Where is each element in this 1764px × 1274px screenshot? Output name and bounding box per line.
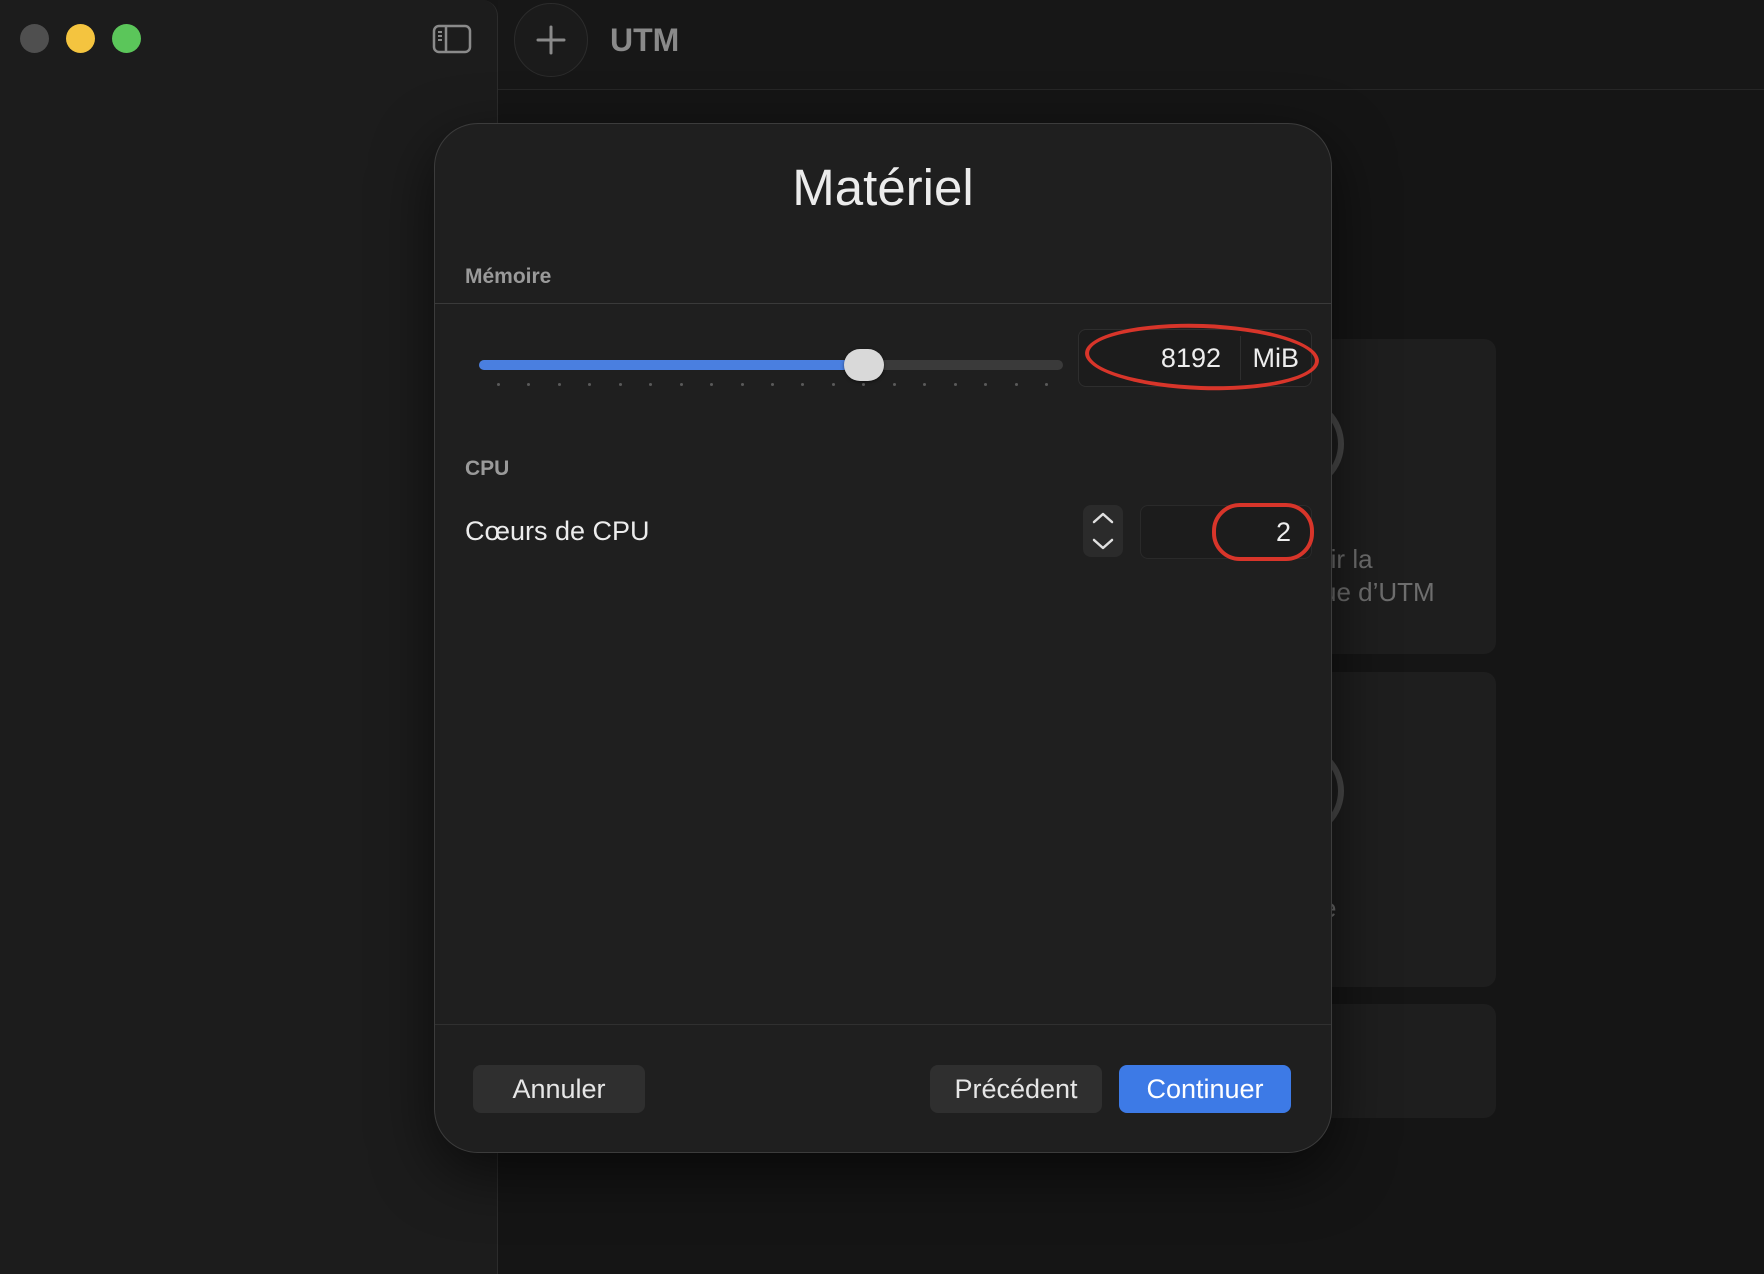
stepper-decrement[interactable]: [1083, 531, 1123, 557]
cpu-cores-stepper[interactable]: [1083, 505, 1123, 557]
cpu-cores-value[interactable]: 2: [1276, 517, 1291, 548]
continue-button[interactable]: Continuer: [1119, 1065, 1291, 1113]
add-vm-button[interactable]: [514, 3, 588, 77]
divider: [1240, 336, 1241, 380]
slider-tick: [557, 383, 561, 386]
card-text: ue d’UTM: [1322, 577, 1435, 607]
window-close-button[interactable]: [20, 24, 49, 53]
slider-tick: [892, 383, 896, 386]
memory-value[interactable]: 8192: [1161, 343, 1221, 374]
slider-tick: [740, 383, 744, 386]
memory-slider[interactable]: [479, 346, 1063, 386]
slider-tick: [618, 383, 622, 386]
dialog-title: Matériel: [792, 159, 974, 216]
slider-tick: [588, 383, 592, 386]
slider-ticks: [497, 383, 1048, 387]
slider-tick: [497, 383, 500, 386]
slider-tick: [679, 383, 683, 386]
chevron-down-icon: [1092, 538, 1114, 550]
plus-icon: [536, 25, 566, 55]
slider-tick: [1045, 383, 1048, 386]
slider-tick: [801, 383, 805, 386]
stepper-increment[interactable]: [1083, 505, 1123, 531]
previous-button[interactable]: Précédent: [930, 1065, 1102, 1113]
cpu-section-label: CPU: [465, 457, 510, 480]
memory-field[interactable]: 8192 MiB: [1078, 329, 1312, 387]
slider-tick: [527, 383, 531, 386]
slider-tick: [771, 383, 774, 386]
cpu-cores-label: Cœurs de CPU: [465, 516, 650, 546]
divider: [435, 1024, 1331, 1025]
memory-unit: MiB: [1252, 343, 1300, 373]
window-maximize-button[interactable]: [112, 24, 141, 53]
slider-tick: [862, 383, 866, 386]
sidebar-toggle-icon[interactable]: [432, 24, 472, 54]
app-title: UTM: [610, 22, 680, 58]
cpu-cores-field[interactable]: 2: [1140, 505, 1312, 559]
slider-tick: [984, 383, 988, 386]
hardware-dialog: Matériel Mémoire 8192 MiB CPU Cœurs de C…: [434, 123, 1332, 1153]
slider-tick: [831, 383, 835, 386]
chevron-up-icon: [1092, 512, 1114, 524]
slider-tick: [649, 383, 653, 386]
slider-thumb[interactable]: [844, 349, 885, 381]
memory-section-label: Mémoire: [465, 265, 552, 288]
slider-tick: [710, 383, 714, 386]
slider-fill: [479, 360, 865, 370]
slider-tick: [953, 383, 957, 386]
sidebar: [0, 0, 498, 1274]
slider-tick: [1014, 383, 1018, 386]
divider: [435, 303, 1331, 304]
cancel-button[interactable]: Annuler: [473, 1065, 645, 1113]
toolbar: UTM: [498, 0, 1764, 90]
window-minimize-button[interactable]: [66, 24, 95, 53]
slider-tick: [923, 383, 927, 386]
